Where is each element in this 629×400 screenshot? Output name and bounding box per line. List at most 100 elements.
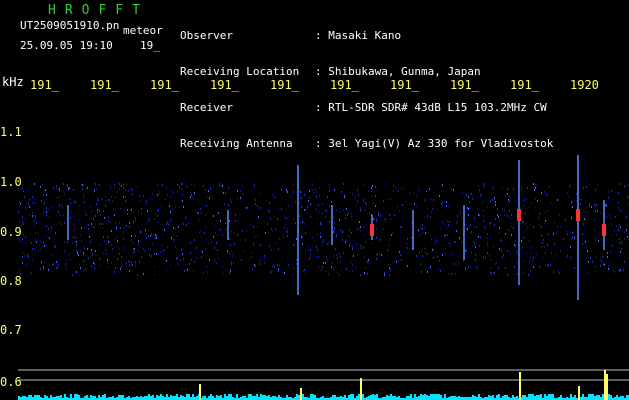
noise-speck xyxy=(246,207,247,209)
noise-speck xyxy=(478,236,479,238)
noise-speck xyxy=(526,252,527,254)
noise-speck xyxy=(583,187,584,189)
noise-speck xyxy=(68,188,69,190)
noise-speck xyxy=(52,264,53,266)
noise-speck xyxy=(161,244,162,246)
noise-speck xyxy=(229,253,230,255)
noise-speck xyxy=(337,257,338,259)
noise-speck xyxy=(349,243,350,245)
noise-speck xyxy=(206,226,207,228)
noise-speck xyxy=(119,253,120,255)
noise-speck xyxy=(319,266,320,268)
noise-speck xyxy=(387,249,388,251)
noise-speck xyxy=(206,205,207,207)
baseline-sample xyxy=(312,394,314,400)
noise-speck xyxy=(624,261,625,263)
noise-speck xyxy=(331,266,332,268)
noise-speck xyxy=(28,256,29,258)
baseline-sample xyxy=(92,396,94,400)
noise-speck xyxy=(347,235,348,237)
noise-speck xyxy=(321,269,322,271)
noise-speck xyxy=(220,229,221,231)
noise-speck xyxy=(74,201,75,203)
noise-speck xyxy=(46,235,47,237)
noise-speck xyxy=(467,228,468,230)
noise-speck xyxy=(620,210,621,212)
freq-tick: 1.0 xyxy=(0,175,22,189)
noise-speck xyxy=(588,272,589,274)
noise-speck xyxy=(523,205,524,207)
noise-speck xyxy=(545,212,546,214)
noise-speck xyxy=(421,250,422,252)
noise-speck xyxy=(521,189,522,191)
noise-speck xyxy=(22,256,23,258)
noise-speck xyxy=(319,187,320,189)
noise-speck xyxy=(352,264,353,266)
noise-speck xyxy=(427,253,428,255)
noise-speck xyxy=(254,183,255,185)
noise-speck xyxy=(155,234,156,236)
baseline-sample xyxy=(472,395,474,400)
noise-speck xyxy=(615,271,616,273)
baseline-sample xyxy=(536,395,538,400)
noise-speck xyxy=(576,200,577,202)
noise-speck xyxy=(69,198,70,200)
noise-speck xyxy=(132,193,133,195)
noise-speck xyxy=(424,247,425,249)
noise-speck xyxy=(468,214,469,216)
noise-speck xyxy=(441,185,442,187)
noise-speck xyxy=(253,245,254,247)
baseline-sample xyxy=(38,395,40,400)
noise-speck xyxy=(299,201,300,203)
noise-speck xyxy=(473,226,474,228)
noise-speck xyxy=(143,273,144,275)
noise-speck xyxy=(154,218,155,220)
noise-speck xyxy=(309,190,310,192)
noise-speck xyxy=(105,200,106,202)
noise-speck xyxy=(73,236,74,238)
noise-speck xyxy=(174,239,175,241)
noise-speck xyxy=(587,212,588,214)
noise-speck xyxy=(410,226,411,228)
noise-speck xyxy=(301,236,302,238)
noise-speck xyxy=(149,254,150,256)
noise-speck xyxy=(253,243,254,245)
noise-speck xyxy=(121,185,122,187)
baseline-sample xyxy=(152,395,154,400)
noise-speck xyxy=(83,254,84,256)
baseline-sample xyxy=(94,396,96,400)
time-tick: 191_ xyxy=(450,78,479,92)
noise-speck xyxy=(602,256,603,258)
noise-speck xyxy=(225,229,226,231)
noise-speck xyxy=(475,246,476,248)
noise-speck xyxy=(542,242,543,244)
baseline-sample xyxy=(622,396,624,400)
noise-speck xyxy=(363,202,364,204)
baseline-sample xyxy=(502,396,504,400)
noise-speck xyxy=(257,226,258,228)
noise-speck xyxy=(125,200,126,202)
noise-speck xyxy=(620,183,621,185)
noise-speck xyxy=(323,241,324,243)
baseline-sample xyxy=(60,395,62,400)
noise-speck xyxy=(201,249,202,251)
noise-speck xyxy=(234,243,235,245)
noise-speck xyxy=(129,270,130,272)
baseline-sample xyxy=(34,395,36,400)
baseline-sample xyxy=(104,394,106,400)
noise-speck xyxy=(320,232,321,234)
noise-speck xyxy=(135,217,136,219)
noise-speck xyxy=(481,193,482,195)
noise-speck xyxy=(128,190,129,192)
baseline-sample xyxy=(570,394,572,400)
noise-speck xyxy=(107,259,108,261)
noise-speck xyxy=(549,186,550,188)
noise-speck xyxy=(293,267,294,269)
noise-speck xyxy=(197,212,198,214)
noise-speck xyxy=(229,272,230,274)
noise-speck xyxy=(34,248,35,250)
baseline-sample xyxy=(84,396,86,400)
noise-speck xyxy=(317,218,318,220)
noise-speck xyxy=(95,250,96,252)
noise-speck xyxy=(351,261,352,263)
